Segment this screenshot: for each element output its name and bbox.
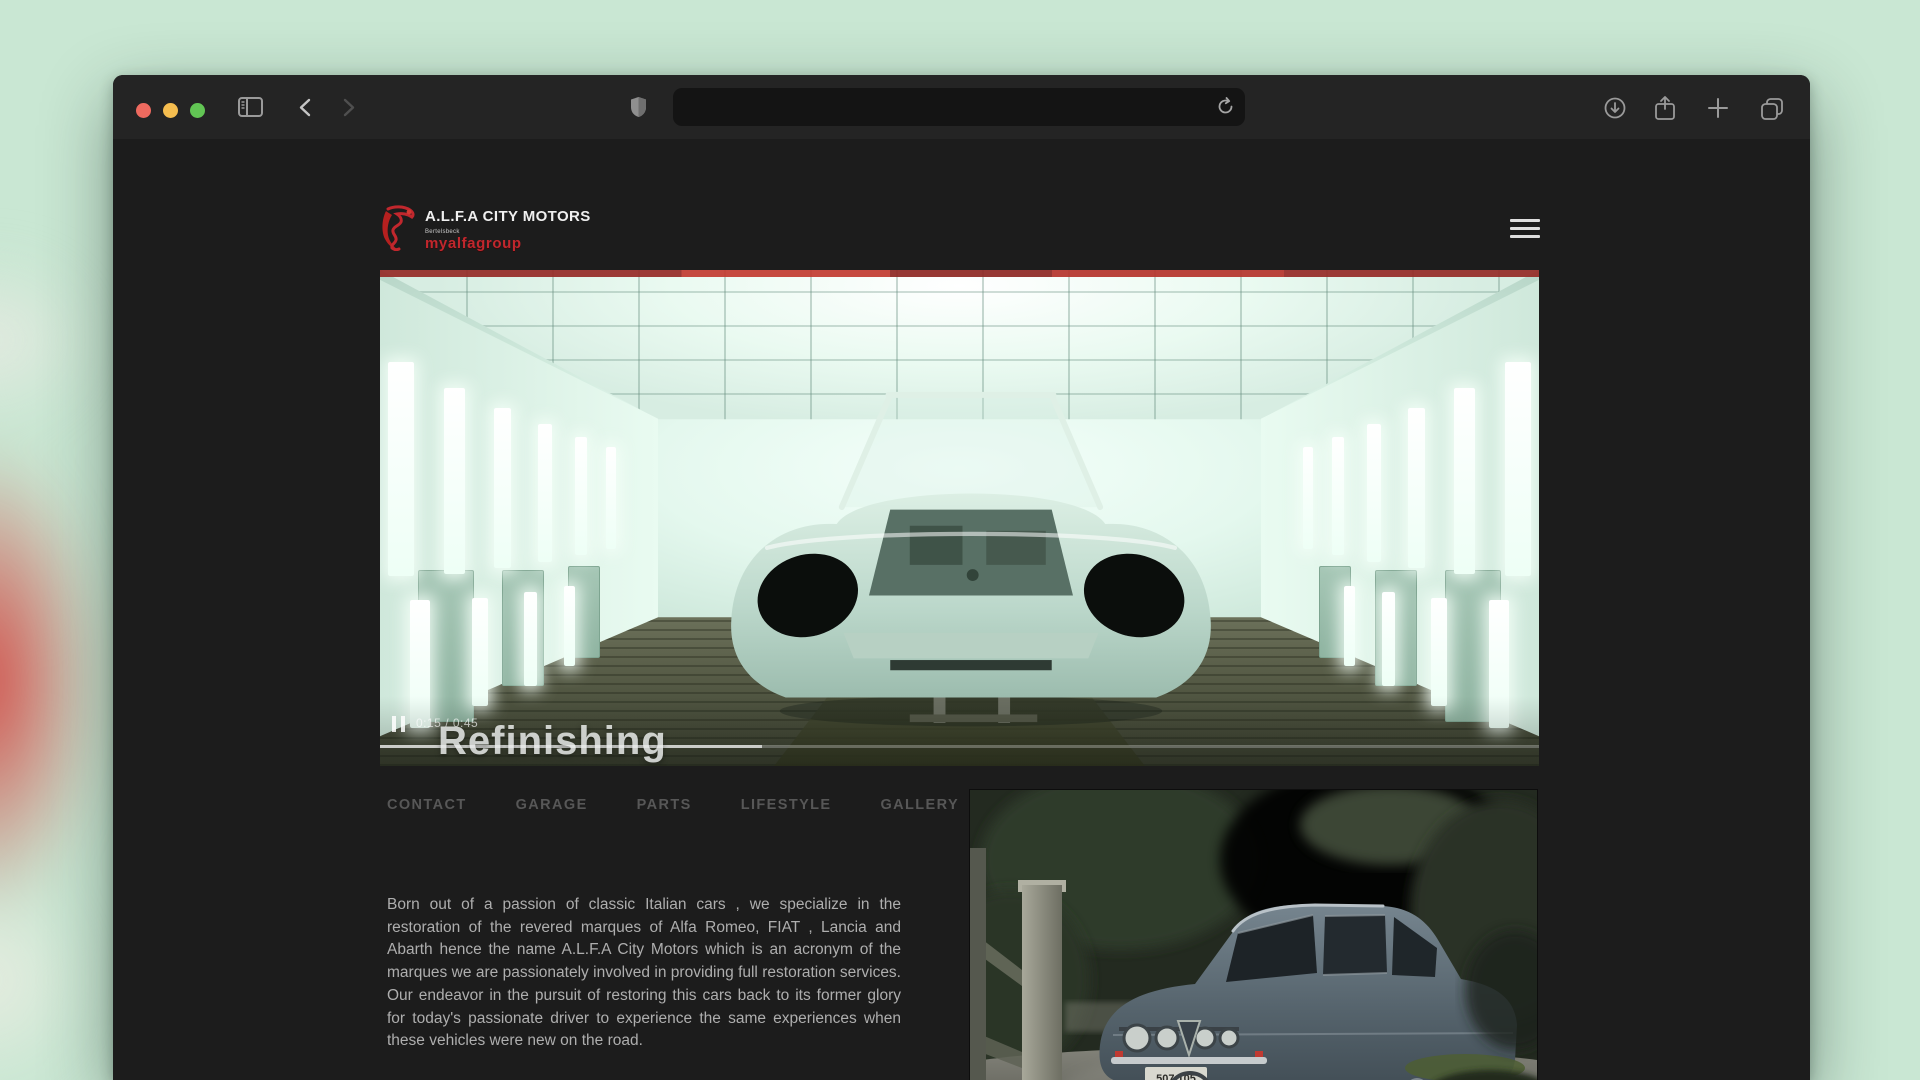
forward-icon[interactable]: [343, 98, 355, 117]
video-title: Refinishing: [438, 719, 667, 764]
site-logo[interactable]: A.L.F.A CITY MOTORS Bertelsbeck myalfagr…: [380, 205, 591, 252]
address-bar[interactable]: [673, 88, 1245, 126]
logo-tagline: myalfagroup: [425, 235, 591, 252]
nav-link-garage[interactable]: GARAGE: [516, 797, 588, 813]
booth-lamp: [1367, 424, 1381, 562]
download-icon[interactable]: [1604, 97, 1626, 119]
nav-link-lifestyle[interactable]: LIFESTYLE: [741, 797, 832, 813]
booth-lamp: [564, 586, 575, 666]
booth-lamp: [524, 592, 537, 686]
nav-link-parts[interactable]: PARTS: [637, 797, 692, 813]
nav-link-gallery[interactable]: GALLERY: [880, 797, 959, 813]
booth-lamp: [1505, 362, 1531, 576]
tab-overview-icon[interactable]: [1760, 97, 1784, 121]
share-icon[interactable]: [1654, 95, 1676, 121]
nav-link-contact[interactable]: CONTACT: [387, 797, 467, 813]
privacy-shield-icon[interactable]: [630, 96, 647, 118]
gallery-image: 507 105: [970, 790, 1537, 1080]
booth-red-beam: [380, 270, 1539, 277]
browser-toolbar: [113, 75, 1810, 139]
booth-lamp: [494, 408, 511, 568]
booth-lamp: [1303, 447, 1313, 549]
booth-lamp: [1382, 592, 1395, 686]
booth-lamp: [575, 437, 587, 555]
booth-lamp: [1454, 388, 1475, 574]
booth-lamp: [388, 362, 414, 576]
booth-lamp: [1332, 437, 1344, 555]
site-title: A.L.F.A CITY MOTORS: [425, 208, 591, 225]
booth-lamp: [606, 447, 616, 549]
about-paragraph: Born out of a passion of classic Italian…: [387, 894, 901, 1053]
pause-icon[interactable]: [392, 716, 405, 732]
new-tab-icon[interactable]: [1707, 97, 1729, 119]
minimize-window-button[interactable]: [163, 103, 178, 118]
webpage: A.L.F.A CITY MOTORS Bertelsbeck myalfagr…: [113, 139, 1810, 1080]
booth-lamp: [444, 388, 465, 574]
sidebar-toggle-icon[interactable]: [238, 97, 263, 117]
booth-lamp: [538, 424, 552, 562]
site-nav: CONTACT GARAGE PARTS LIFESTYLE GALLERY: [387, 797, 959, 813]
booth-lamp: [1344, 586, 1355, 666]
reload-icon[interactable]: [1216, 97, 1235, 121]
booth-lamp: [1431, 598, 1447, 706]
menu-hamburger-icon[interactable]: [1510, 219, 1540, 241]
booth-lamp: [472, 598, 488, 706]
close-window-button[interactable]: [136, 103, 151, 118]
booth-lamp: [1408, 408, 1425, 568]
booth-cabinet: [502, 570, 544, 686]
zoom-window-button[interactable]: [190, 103, 205, 118]
biscione-serpent-icon: [380, 205, 416, 251]
browser-window: A.L.F.A CITY MOTORS Bertelsbeck myalfagr…: [113, 75, 1810, 1080]
hero-video[interactable]: 0:15 / 0:45 Refinishing: [380, 270, 1539, 766]
back-icon[interactable]: [299, 98, 311, 117]
